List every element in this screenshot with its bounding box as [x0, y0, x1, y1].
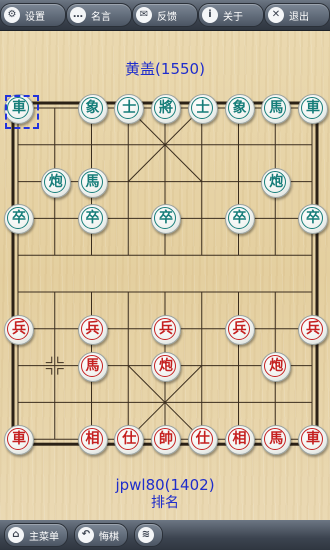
home-icon: ⌂ — [8, 527, 24, 543]
piece-character: 兵 — [85, 320, 100, 337]
piece-character: 相 — [232, 431, 247, 448]
blue-piece[interactable]: 車 — [298, 94, 328, 124]
blue-piece[interactable]: 馬 — [77, 167, 108, 198]
piece-character: 卒 — [232, 210, 247, 227]
position-marker — [57, 356, 64, 364]
piece-character: 車 — [306, 100, 320, 116]
red-piece[interactable]: 相 — [224, 425, 255, 456]
red-piece[interactable]: 車 — [298, 425, 328, 456]
red-piece[interactable]: 相 — [77, 425, 108, 456]
piece-character: 馬 — [85, 357, 100, 374]
bottom-button-0[interactable]: ⌂ 主菜单 — [4, 523, 68, 547]
piece-character: 馬 — [85, 173, 100, 190]
piece-character: 卒 — [12, 210, 26, 227]
red-piece[interactable]: 仕 — [114, 425, 145, 456]
blue-piece[interactable]: 卒 — [298, 204, 328, 235]
position-marker — [57, 368, 64, 375]
red-piece[interactable]: 仕 — [187, 425, 218, 456]
red-piece[interactable]: 帥 — [151, 425, 181, 456]
piece-character: 炮 — [159, 357, 173, 374]
blue-piece[interactable]: 馬 — [261, 94, 292, 124]
selection-cursor — [5, 95, 39, 129]
red-piece[interactable]: 兵 — [224, 314, 255, 345]
red-piece[interactable]: 馬 — [77, 351, 108, 382]
piece-character: 炮 — [269, 357, 284, 374]
piece-character: 炮 — [48, 173, 63, 190]
blue-piece[interactable]: 士 — [114, 94, 145, 124]
rank-label: 排名 — [151, 495, 179, 511]
piece-character: 士 — [195, 100, 210, 116]
bottom-button-1[interactable]: ↶ 悔棋 — [74, 523, 128, 547]
piece-character: 兵 — [159, 320, 173, 337]
blue-piece[interactable]: 象 — [224, 94, 255, 124]
position-marker — [45, 356, 53, 364]
position-marker — [45, 368, 53, 375]
blue-piece[interactable]: 象 — [77, 94, 108, 124]
piece-character: 仕 — [195, 431, 210, 448]
blue-piece[interactable]: 炮 — [261, 167, 292, 198]
bottom-button-label: 悔棋 — [99, 531, 119, 543]
wifi-icon: ≋ — [138, 527, 154, 543]
red-piece[interactable]: 馬 — [261, 425, 292, 456]
piece-character: 兵 — [232, 320, 247, 337]
piece-character: 馬 — [269, 100, 284, 116]
piece-character: 象 — [232, 100, 247, 116]
blue-piece[interactable]: 卒 — [151, 204, 181, 235]
blue-piece[interactable]: 士 — [187, 94, 218, 124]
red-piece[interactable]: 兵 — [4, 314, 34, 345]
piece-character: 炮 — [269, 173, 284, 190]
piece-character: 將 — [159, 100, 173, 116]
piece-character: 卒 — [159, 210, 173, 227]
blue-piece[interactable]: 卒 — [4, 204, 34, 235]
xiangqi-board[interactable] — [0, 0, 330, 550]
red-piece[interactable]: 兵 — [77, 314, 108, 345]
bottom-button-label: 主菜单 — [29, 531, 59, 543]
red-piece[interactable]: 車 — [4, 425, 34, 456]
piece-character: 帥 — [159, 431, 173, 448]
blue-piece[interactable]: 卒 — [224, 204, 255, 235]
undo-icon: ↶ — [78, 527, 94, 543]
piece-character: 象 — [85, 100, 100, 116]
blue-piece[interactable]: 將 — [151, 94, 181, 124]
piece-character: 士 — [122, 100, 137, 116]
piece-character: 卒 — [306, 210, 320, 227]
piece-character: 馬 — [269, 431, 284, 448]
red-piece[interactable]: 兵 — [151, 314, 181, 345]
piece-character: 車 — [306, 431, 320, 448]
red-piece[interactable]: 炮 — [151, 351, 181, 382]
blue-piece[interactable]: 炮 — [40, 167, 71, 198]
red-piece[interactable]: 兵 — [298, 314, 328, 345]
piece-character: 卒 — [85, 210, 100, 227]
red-piece[interactable]: 炮 — [261, 351, 292, 382]
piece-character: 仕 — [122, 431, 137, 448]
piece-character: 兵 — [306, 320, 320, 337]
piece-character: 兵 — [12, 320, 26, 337]
bottom-button-2[interactable]: ≋ — [134, 523, 163, 547]
blue-piece[interactable]: 卒 — [77, 204, 108, 235]
bottom-toolbar: ⌂ 主菜单 ↶ 悔棋 ≋ — [0, 520, 330, 550]
piece-character: 車 — [12, 431, 26, 448]
piece-character: 相 — [85, 431, 100, 448]
